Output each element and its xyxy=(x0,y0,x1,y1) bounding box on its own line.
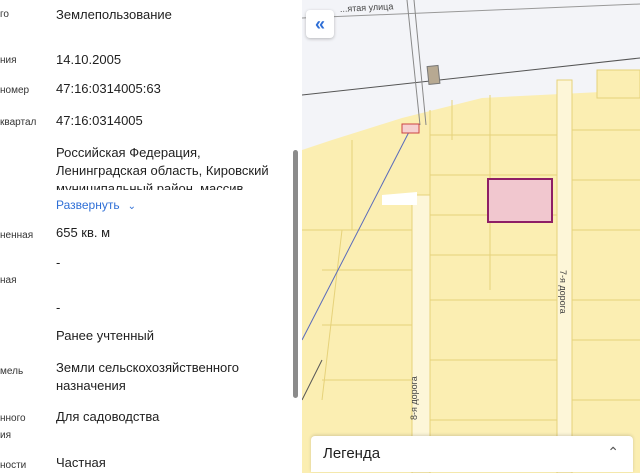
legend-title: Легенда xyxy=(323,445,381,462)
map-canvas[interactable]: 7-я дорога 8-я дорога ...ятая улица xyxy=(302,0,640,473)
permitted-use-value: Для садоводства xyxy=(56,409,160,424)
legend-bar[interactable]: Легенда ⌃ xyxy=(311,436,633,472)
field-label: ности xyxy=(0,460,27,471)
road-label-8: 8-я дорога xyxy=(409,376,419,420)
expand-address-link[interactable]: Развернуть ⌄ xyxy=(56,198,136,212)
double-chevron-left-icon: « xyxy=(314,14,325,34)
panel-scrollbar[interactable] xyxy=(293,150,298,398)
road-label-7: 7-я дорога xyxy=(558,270,568,314)
area-value: 655 кв. м xyxy=(56,225,111,240)
building xyxy=(426,64,441,86)
land-category-value: Земли сельскохозяйственного назначения xyxy=(56,360,239,393)
cadastral-number-value: 47:16:0314005:63 xyxy=(56,81,161,96)
field-label: мель xyxy=(0,366,24,377)
field-label: го xyxy=(0,9,9,20)
cadastral-map[interactable]: 7-я дорога 8-я дорога ...ятая улица xyxy=(302,0,640,473)
registration-date-value: 14.10.2005 xyxy=(56,52,122,67)
field-label: ная xyxy=(0,275,17,286)
field-label: ия xyxy=(0,430,12,441)
selected-parcel[interactable] xyxy=(487,178,553,223)
cadastral-quarter-value: 47:16:0314005 xyxy=(56,113,143,128)
field-label: ненная xyxy=(0,230,34,241)
status-value: Ранее учтенный xyxy=(56,328,154,343)
small-parcel xyxy=(401,123,420,134)
field-label: квартал xyxy=(0,117,37,128)
chevron-up-icon[interactable]: ⌃ xyxy=(607,444,619,461)
field-label: нного xyxy=(0,413,26,424)
info-panel: го Землепользование ния 14.10.2005 номер… xyxy=(0,0,302,473)
chevron-down-icon: ⌄ xyxy=(127,201,136,212)
object-type-value: Землепользование xyxy=(56,7,172,22)
field-label: номер xyxy=(0,85,30,96)
cost-date-value: - xyxy=(56,300,61,315)
road-8 xyxy=(411,194,431,473)
collapse-panel-button[interactable]: « xyxy=(306,10,334,38)
ownership-value: Частная xyxy=(56,455,106,470)
expand-label: Развернуть xyxy=(56,198,120,212)
address-value: Российская Федерация, Ленинградская обла… xyxy=(56,145,269,190)
parcel-area xyxy=(302,90,640,473)
cost-value: - xyxy=(56,255,61,270)
field-label: ния xyxy=(0,55,17,66)
